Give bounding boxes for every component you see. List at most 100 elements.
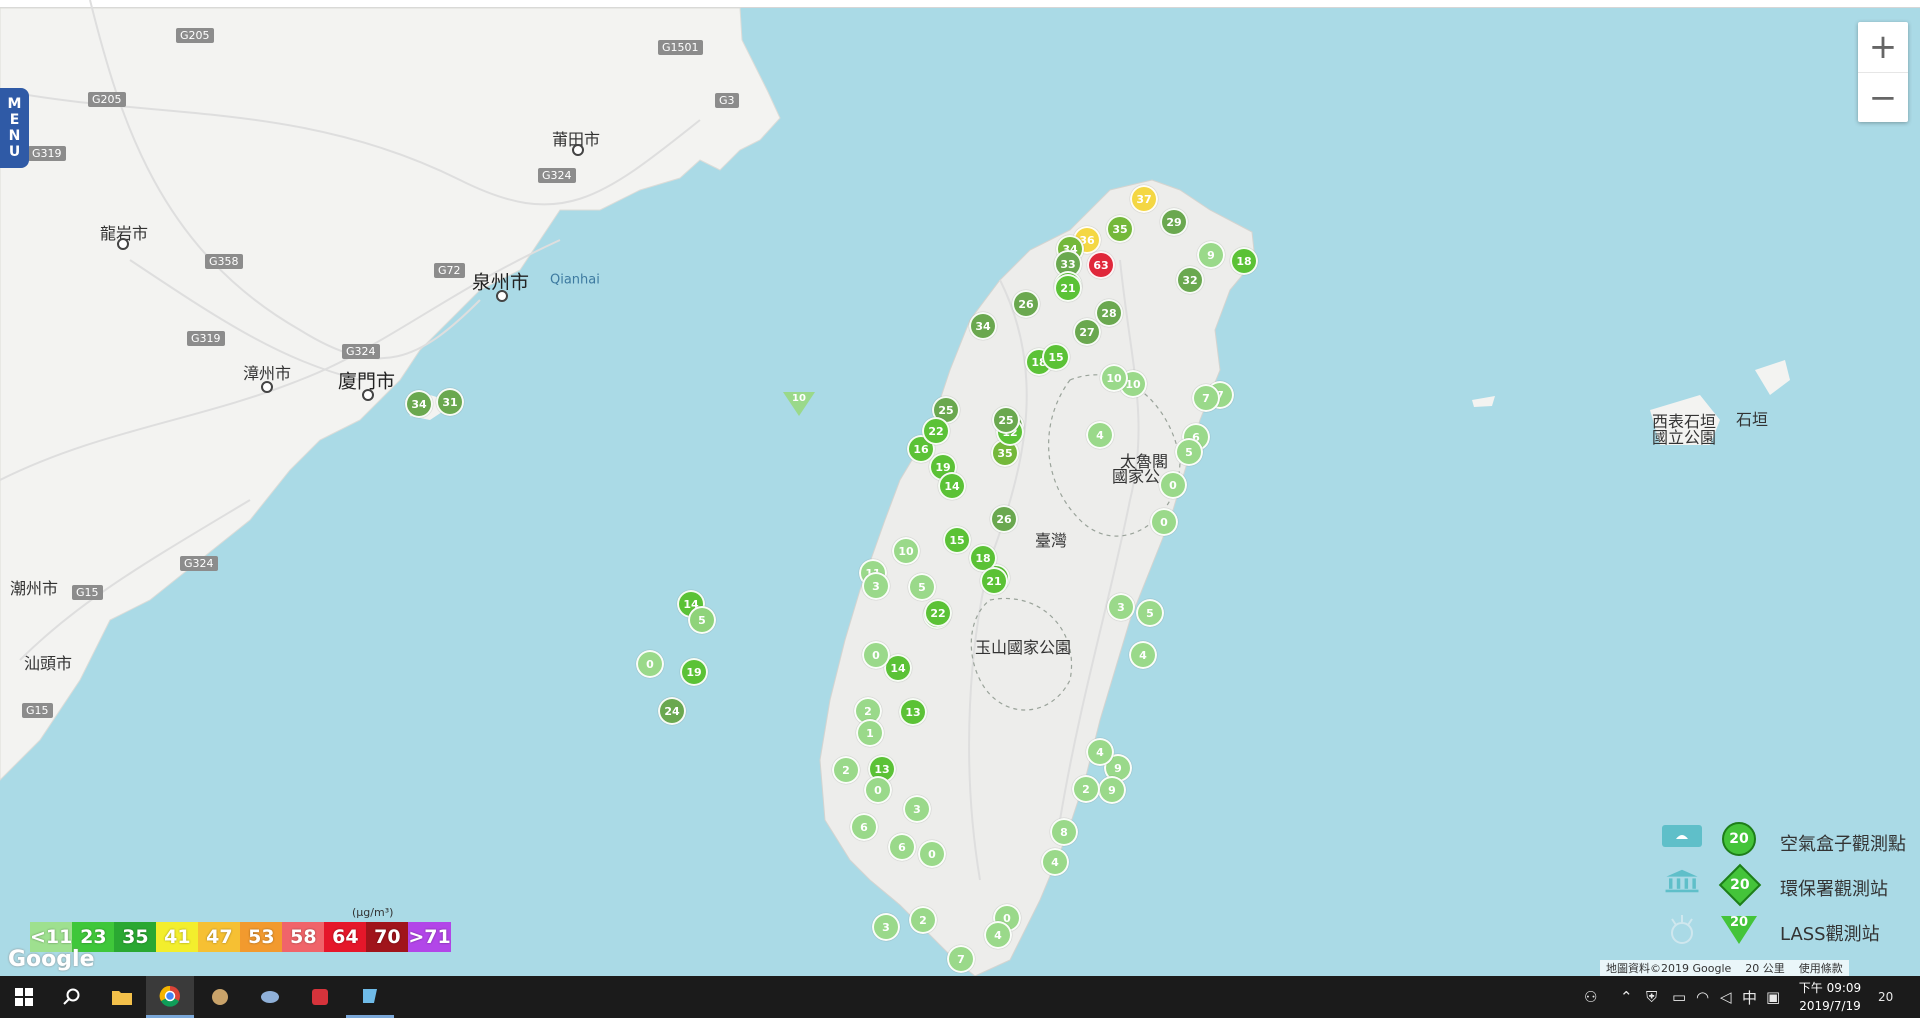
clock-time: 下午 09:09 xyxy=(1798,981,1862,995)
sensor-marker[interactable]: 24 xyxy=(658,697,686,725)
legend-row-epa[interactable]: 20 環保署觀測站 xyxy=(1655,863,1920,908)
chrome-icon[interactable] xyxy=(146,976,194,1018)
sensor-marker[interactable]: 0 xyxy=(1159,471,1187,499)
sensor-marker[interactable]: 2 xyxy=(832,756,860,784)
sensor-marker[interactable]: 13 xyxy=(899,698,927,726)
sensor-marker[interactable]: 34 xyxy=(405,390,433,418)
sensor-marker[interactable]: 37 xyxy=(1130,185,1158,213)
sensor-marker[interactable]: 0 xyxy=(918,840,946,868)
sensor-marker[interactable]: 2 xyxy=(909,906,937,934)
volume-icon[interactable]: ◁ xyxy=(1720,976,1732,1018)
sensor-marker[interactable]: 18 xyxy=(1230,247,1258,275)
ime-indicator[interactable]: 中 xyxy=(1742,976,1757,1018)
sensor-marker[interactable]: 21 xyxy=(980,567,1008,595)
sensor-marker[interactable]: 9 xyxy=(1197,241,1225,269)
zoom-out-button[interactable]: − xyxy=(1858,72,1908,123)
road-shield: G319 xyxy=(28,146,66,161)
sensor-marker[interactable]: 0 xyxy=(636,650,664,678)
map-canvas[interactable]: 莆田市 龍岩市 泉州市 Qianhai 漳州市 廈門市 潮州市 汕頭市 太魯閣 … xyxy=(0,0,1920,976)
sensor-marker[interactable]: 10 xyxy=(892,537,920,565)
clock[interactable]: 下午 09:09 2019/7/19 xyxy=(1790,979,1870,1015)
security-icon[interactable]: ⛨ xyxy=(1646,976,1657,1018)
sensor-marker[interactable]: 0 xyxy=(862,641,890,669)
menu-tab-button[interactable]: M E N U xyxy=(0,88,29,168)
sensor-marker[interactable]: 0 xyxy=(864,776,892,804)
road-shield: G72 xyxy=(434,263,465,278)
city-dot xyxy=(117,238,129,250)
sensor-marker[interactable]: 26 xyxy=(1012,290,1040,318)
keyboard-icon[interactable]: ▣ xyxy=(1766,976,1780,1018)
sensor-marker[interactable]: 21 xyxy=(1054,274,1082,302)
road-shield: G15 xyxy=(72,585,103,600)
scale-bin: 64 xyxy=(324,922,367,952)
search-icon[interactable] xyxy=(48,976,96,1018)
road-shield: G319 xyxy=(187,331,225,346)
battery-icon[interactable]: ▭ xyxy=(1672,976,1686,1018)
file-explorer-icon[interactable] xyxy=(98,976,146,1018)
app-icon-1[interactable] xyxy=(196,976,244,1018)
scale-bin: 35 xyxy=(114,922,157,952)
sensor-marker[interactable]: 29 xyxy=(1160,208,1188,236)
sensor-marker[interactable]: 6 xyxy=(850,813,878,841)
sensor-marker[interactable]: 63 xyxy=(1087,251,1115,279)
sensor-marker[interactable]: 4 xyxy=(1041,848,1069,876)
tray-overflow-icon[interactable]: ⌃ xyxy=(1620,976,1633,1018)
sensor-marker[interactable]: 9 xyxy=(1098,776,1126,804)
road-shield: G1501 xyxy=(658,40,703,55)
sensor-marker[interactable]: 5 xyxy=(908,573,936,601)
map-data-credit[interactable]: 地圖資料©2019 Google xyxy=(1606,960,1731,976)
wifi-icon[interactable]: ◠ xyxy=(1696,976,1709,1018)
sensor-marker[interactable]: 15 xyxy=(943,526,971,554)
sensor-marker[interactable]: 14 xyxy=(938,472,966,500)
scale-bin: 53 xyxy=(240,922,283,952)
sensor-marker[interactable]: 3 xyxy=(1107,593,1135,621)
sensor-marker[interactable]: 15 xyxy=(1042,343,1070,371)
app-icon-4[interactable] xyxy=(346,976,394,1018)
sensor-marker[interactable]: 8 xyxy=(1050,818,1078,846)
sensor-marker[interactable]: 7 xyxy=(947,945,975,973)
sensor-marker[interactable]: 35 xyxy=(1106,215,1134,243)
legend-row-airbox[interactable]: 20 空氣盒子觀測點 xyxy=(1655,818,1920,863)
sensor-marker[interactable]: 5 xyxy=(1136,599,1164,627)
sensor-marker[interactable]: 34 xyxy=(969,312,997,340)
legend-row-lass[interactable]: 20 LASS觀測站 xyxy=(1655,908,1920,953)
people-icon[interactable]: ⚇ xyxy=(1584,976,1597,1018)
sensor-marker[interactable]: 4 xyxy=(984,921,1012,949)
sensor-marker[interactable]: 4 xyxy=(1129,641,1157,669)
start-icon[interactable] xyxy=(0,976,48,1018)
legend-triangle-value: 20 xyxy=(1729,915,1749,930)
scale-bin: 47 xyxy=(198,922,241,952)
sensor-marker[interactable]: 32 xyxy=(1176,266,1204,294)
ishigaki-land xyxy=(1755,360,1790,395)
sensor-marker[interactable]: 22 xyxy=(924,599,952,627)
sensor-marker[interactable]: 0 xyxy=(1150,508,1178,536)
sensor-marker[interactable]: 2 xyxy=(1072,775,1100,803)
sensor-marker[interactable]: 10 xyxy=(1100,364,1128,392)
sensor-marker[interactable]: 28 xyxy=(1095,299,1123,327)
legend-diamond-marker: 20 xyxy=(1718,863,1762,907)
notification-center-icon[interactable]: 20 xyxy=(1878,976,1893,1018)
sensor-marker[interactable]: 26 xyxy=(990,505,1018,533)
menu-letter: N xyxy=(8,128,21,144)
sensor-marker[interactable]: 4 xyxy=(1086,421,1114,449)
sensor-marker[interactable]: 3 xyxy=(872,913,900,941)
app-icon-2[interactable] xyxy=(246,976,294,1018)
sensor-marker[interactable]: 5 xyxy=(1175,438,1203,466)
sensor-marker[interactable]: 25 xyxy=(992,406,1020,434)
sensor-marker[interactable]: 31 xyxy=(436,388,464,416)
sensor-marker[interactable]: 19 xyxy=(680,658,708,686)
sensor-marker[interactable]: 3 xyxy=(903,795,931,823)
sensor-marker[interactable]: 22 xyxy=(922,417,950,445)
sensor-marker[interactable]: 7 xyxy=(1192,384,1220,412)
sensor-marker[interactable]: 6 xyxy=(888,833,916,861)
app-icon-3[interactable] xyxy=(296,976,344,1018)
legend-label: 環保署觀測站 xyxy=(1780,879,1888,900)
sensor-marker[interactable]: 3 xyxy=(862,572,890,600)
zoom-in-button[interactable]: + xyxy=(1858,22,1908,72)
sensor-marker[interactable]: 1 xyxy=(856,719,884,747)
sensor-marker[interactable]: 5 xyxy=(688,606,716,634)
sensor-marker[interactable]: 27 xyxy=(1073,318,1101,346)
terms-link[interactable]: 使用條款 xyxy=(1799,960,1843,976)
sensor-marker[interactable]: 4 xyxy=(1086,738,1114,766)
lass-station-value: 10 xyxy=(792,393,806,404)
